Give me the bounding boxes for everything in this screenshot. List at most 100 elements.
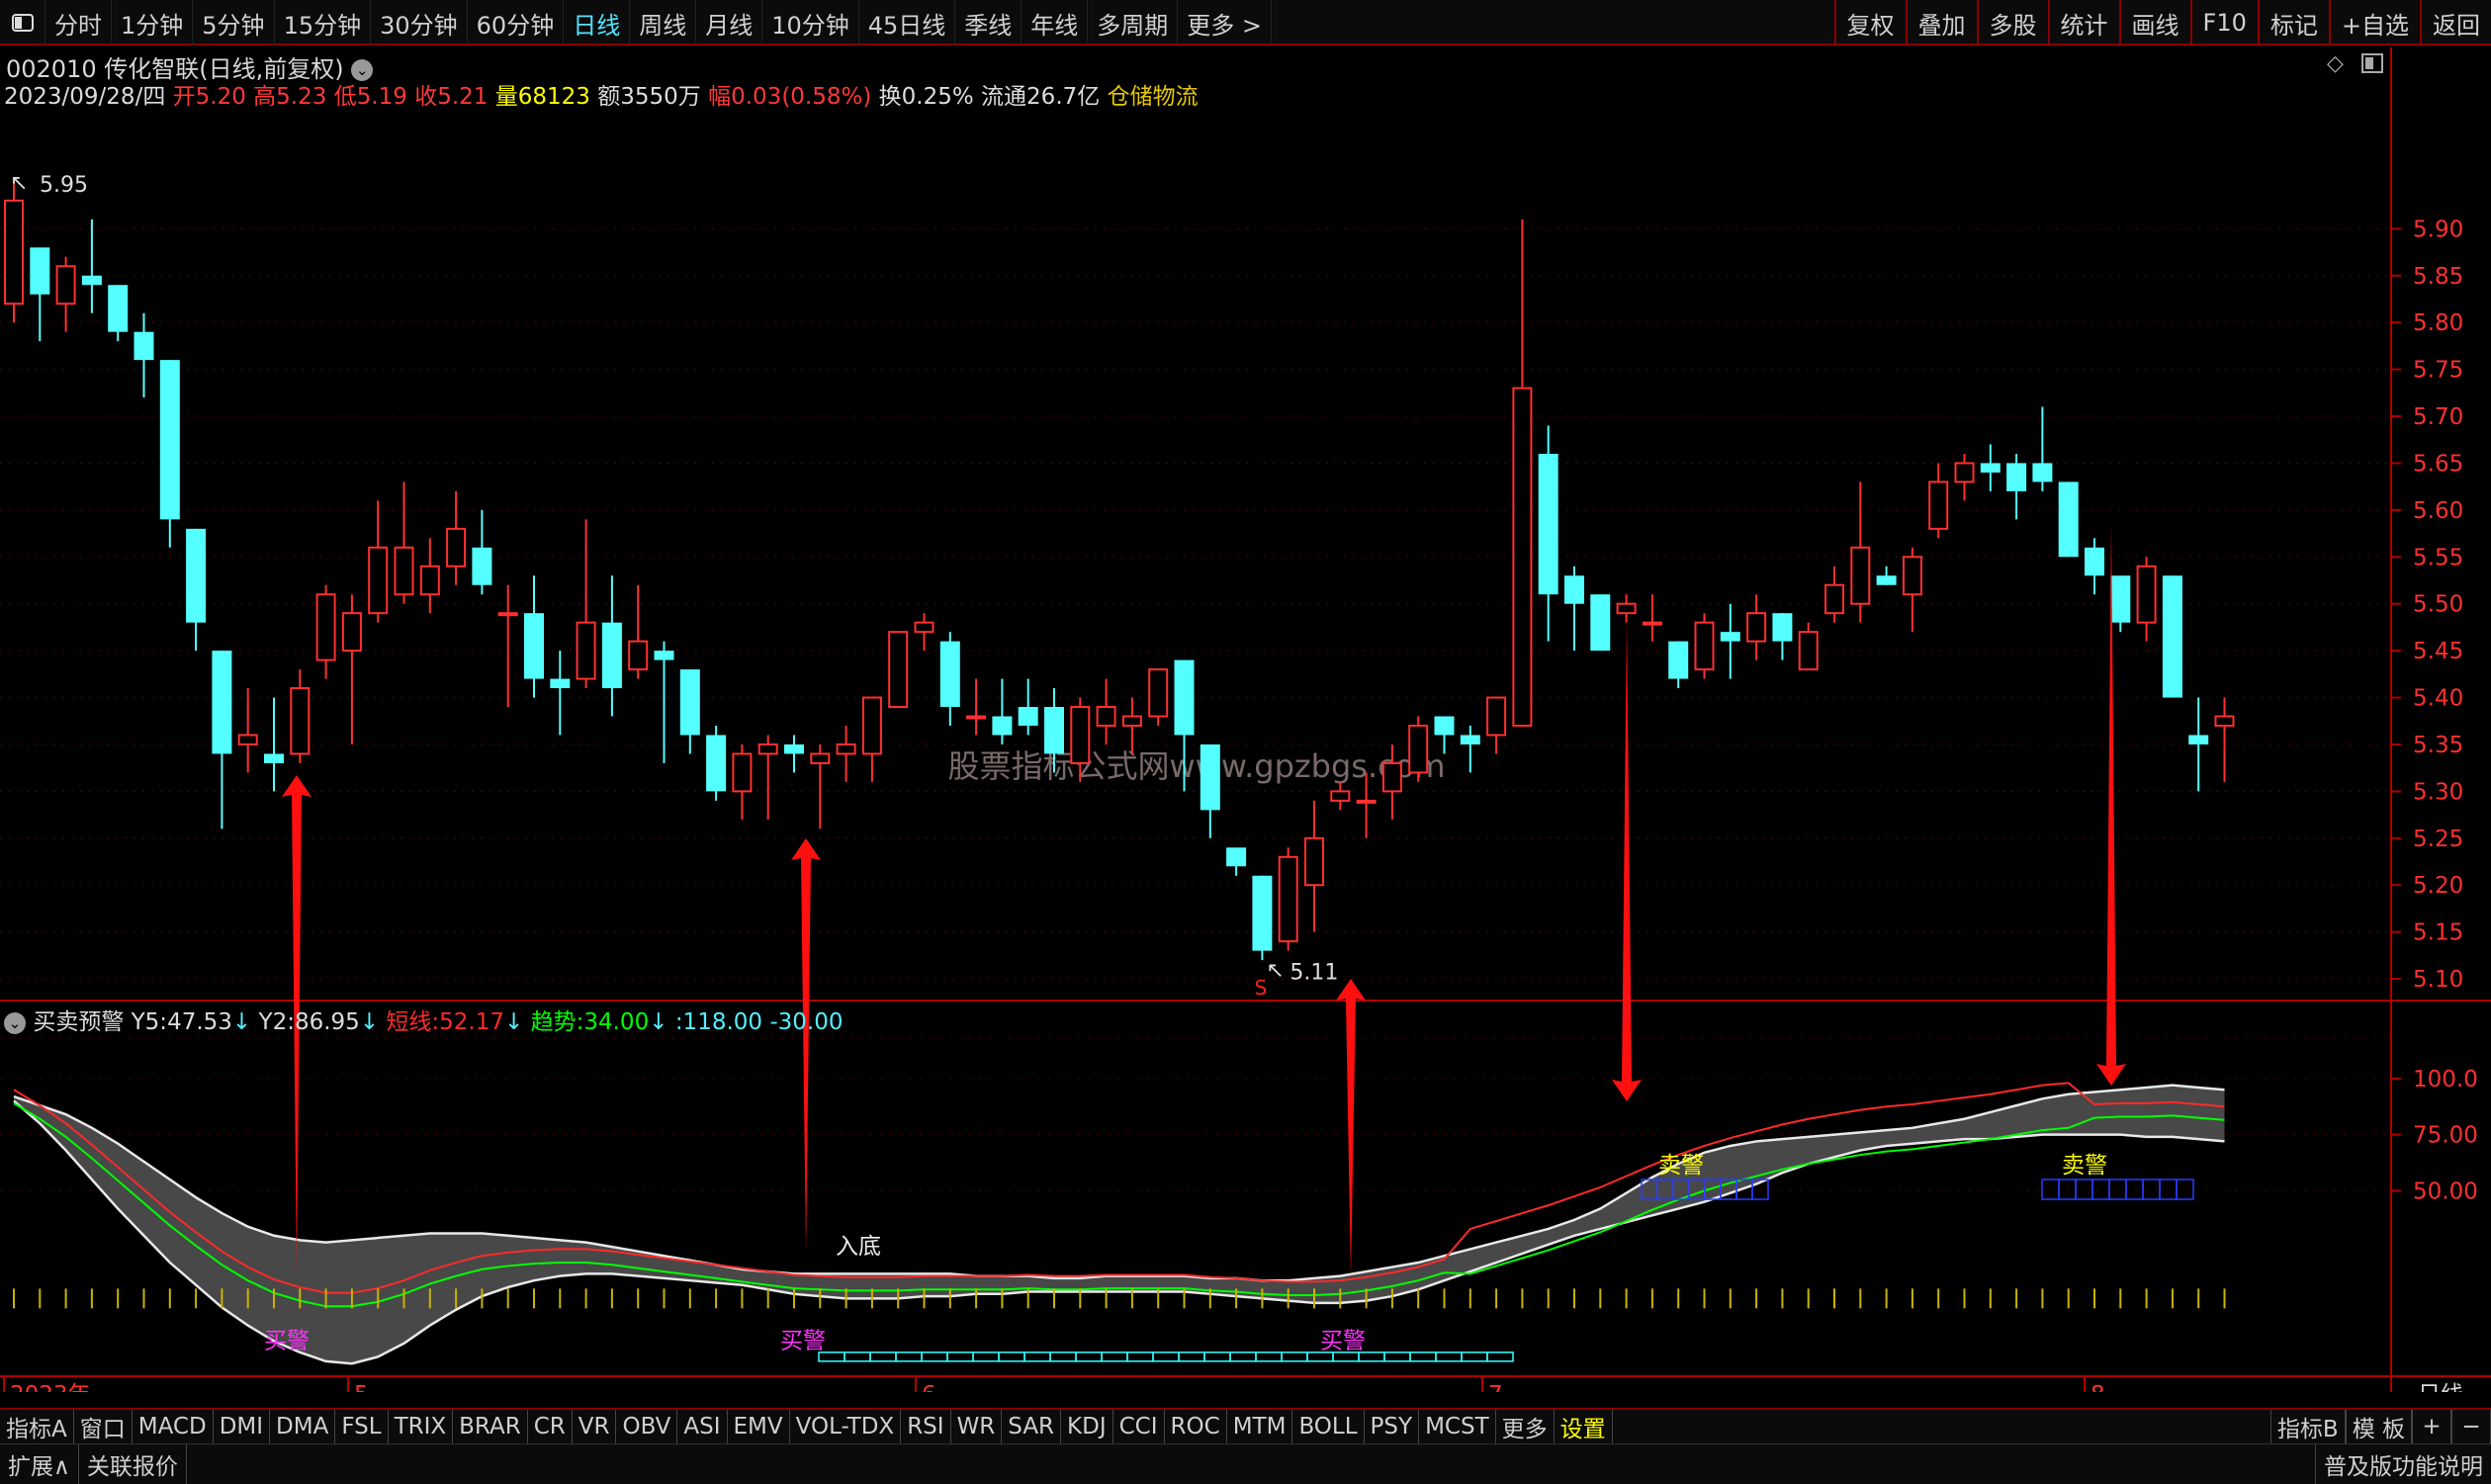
tab-period-0[interactable]: 分时 [45,0,112,45]
indicator-name[interactable]: 买卖预警 [33,1009,124,1035]
price-label: 5.50 [2413,592,2463,618]
bottom-right-button-1[interactable]: 模 板 [2345,1410,2412,1443]
concept-tag[interactable]: 仓储物流 [1108,84,1199,110]
date-label: 5 [354,1382,369,1392]
turnover-value: 0.25% [901,84,974,110]
tool-button-8[interactable]: 返回 [2420,0,2491,45]
sell-signal-label: 卖警 [2062,1153,2107,1178]
bottom-right-button-2[interactable]: + [2412,1410,2451,1443]
candle-body [1018,707,1038,726]
indicator-tab-12[interactable]: EMV [728,1410,790,1443]
tab-period-13[interactable]: 多周期 [1088,0,1179,45]
expand-button[interactable]: 扩展∧ [0,1443,79,1484]
tab-period-14[interactable]: 更多 > [1178,0,1273,45]
tool-button-6[interactable]: 标记 [2257,0,2329,45]
chart-canvas[interactable]: 5.90 5.85 5.80 5.75 5.70 5.65 5.60 5.55 5.50 5.45… [0,47,2491,1392]
candle-body [1668,641,1689,679]
candle-body [237,734,258,745]
bottom-zone-cell [1486,1352,1514,1362]
indicator-tab-23[interactable]: MCST [1419,1410,1496,1443]
tool-button-3[interactable]: 统计 [2047,0,2119,45]
indicator-tab-19[interactable]: ROC [1165,1410,1227,1443]
panel-toggle-icon[interactable] [2361,53,2383,73]
bottom-zone-cell [1281,1352,1308,1362]
tool-button-1[interactable]: 叠加 [1905,0,1977,45]
indicator-tab-4[interactable]: DMA [270,1410,336,1443]
indicator-tab-15[interactable]: WR [951,1410,1003,1443]
y2-label: Y2: [258,1009,295,1035]
tab-period-7[interactable]: 周线 [630,0,697,45]
indicator-tab-0[interactable]: 指标A [0,1410,74,1443]
candle-body [810,752,831,764]
tab-period-2[interactable]: 5分钟 [193,0,275,45]
tab-period-4[interactable]: 30分钟 [371,0,468,45]
y5-label: Y5: [131,1009,168,1035]
indicator-tab-8[interactable]: CR [528,1410,573,1443]
indicator-tab-3[interactable]: DMI [214,1410,271,1443]
indicator-tab-24[interactable]: 更多 [1496,1410,1555,1443]
indicator-tab-14[interactable]: RSI [901,1410,951,1443]
candle-body [1434,716,1455,736]
tab-period-5[interactable]: 60分钟 [468,0,565,45]
tab-period-3[interactable]: 15分钟 [275,0,372,45]
y2-value: 86.95 [294,1009,360,1035]
candle-body [1902,556,1922,596]
tab-period-11[interactable]: 季线 [955,0,1023,45]
price-label: 5.15 [2413,920,2463,946]
change-label: 幅 [708,84,732,110]
open-value: 5.20 [195,84,246,110]
candle-body [1746,612,1767,643]
candle-body [368,546,389,615]
sell-zone-cell [2142,1178,2161,1200]
chart-area[interactable]: 5.90 5.85 5.80 5.75 5.70 5.65 5.60 5.55 5.50 5.45… [0,47,2491,1392]
indicator-tab-16[interactable]: SAR [1002,1410,1062,1443]
bottom-right-button-0[interactable]: 指标B [2269,1410,2346,1443]
short-label: 短线: [386,1009,440,1035]
right-tools: 复权 叠加 多股 统计 画线 F10 标记 +自选 返回 [1833,0,2491,45]
quote-line: 2023/09/28/四 开5.20 高5.23 低5.19 收5.21 量68… [4,77,1199,111]
indicator-tab-18[interactable]: CCI [1113,1410,1165,1443]
tool-button-0[interactable]: 复权 [1833,0,1906,45]
close-value: 5.21 [437,84,489,110]
candle-body [1512,387,1533,727]
indicator-tab-25[interactable]: 设置 [1555,1410,1613,1443]
indicator-tab-20[interactable]: MTM [1227,1410,1293,1443]
tool-button-5[interactable]: F10 [2189,0,2258,45]
candle-body [108,285,129,332]
window-menu-icon[interactable] [0,0,45,45]
indicator-tab-2[interactable]: MACD [133,1410,214,1443]
bottom-zone-cell [1255,1352,1283,1362]
indicator-tab-1[interactable]: 窗口 [74,1410,133,1443]
tool-button-7[interactable]: +自选 [2328,0,2420,45]
indicator-dropdown-icon[interactable]: ⌄ [4,1011,26,1034]
tab-period-1[interactable]: 1分钟 [112,0,194,45]
value-118: :118.00 [674,1009,763,1035]
tab-period-6[interactable]: 日线 [564,0,631,45]
tab-period-12[interactable]: 年线 [1022,0,1089,45]
linked-quote-button[interactable]: 关联报价 [79,1443,187,1484]
indicator-tab-10[interactable]: OBV [616,1410,678,1443]
indicator-tab-13[interactable]: VOL-TDX [790,1410,902,1443]
sell-arrow-icon [1612,619,1642,1101]
tab-period-8[interactable]: 月线 [696,0,763,45]
feature-info-link[interactable]: 普及版功能说明 [2315,1443,2491,1484]
indicator-tab-17[interactable]: KDJ [1061,1410,1113,1443]
tab-period-9[interactable]: 10分钟 [762,0,859,45]
date-label: 6 [922,1382,936,1392]
tab-period-10[interactable]: 45日线 [859,0,956,45]
low-value: 5.19 [356,84,407,110]
tool-button-2[interactable]: 多股 [1976,0,2048,45]
close-label: 收 [414,84,438,110]
tool-button-4[interactable]: 画线 [2118,0,2190,45]
indicator-tab-7[interactable]: BRAR [453,1410,528,1443]
indicator-tab-5[interactable]: FSL [335,1410,389,1443]
candle-body [1044,707,1064,754]
indicator-legend: ⌄ 买卖预警 Y5:47.53↓ Y2:86.95↓ 短线:52.17↓ 趋势:… [4,1003,844,1036]
diamond-icon[interactable]: ◇ [2327,51,2344,76]
indicator-tab-6[interactable]: TRIX [389,1410,454,1443]
indicator-tab-21[interactable]: BOLL [1292,1410,1365,1443]
indicator-tab-11[interactable]: ASI [677,1410,728,1443]
bottom-right-button-3[interactable]: − [2451,1410,2491,1443]
indicator-tab-9[interactable]: VR [573,1410,617,1443]
indicator-tab-22[interactable]: PSY [1365,1410,1420,1443]
